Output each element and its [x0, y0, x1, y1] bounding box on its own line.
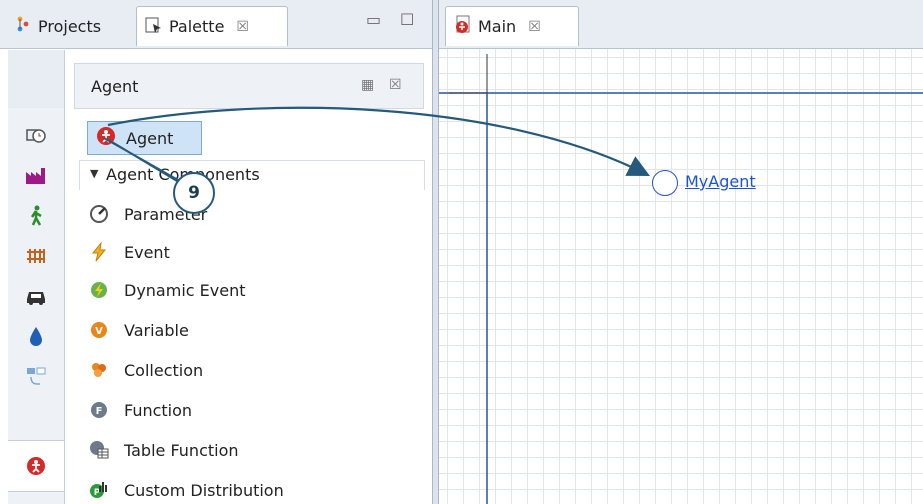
collection-icon	[88, 359, 110, 381]
agent-type-icon	[454, 15, 472, 39]
palette-item-label: Collection	[124, 360, 204, 380]
close-icon[interactable]: ☒	[528, 19, 541, 35]
projects-icon	[14, 15, 32, 37]
svg-text:F: F	[96, 406, 103, 417]
svg-text:V: V	[95, 326, 103, 337]
tab-projects-label: Projects	[38, 16, 102, 36]
palette-item-agent-label: Agent	[126, 128, 174, 148]
close-icon[interactable]: ☒	[389, 77, 402, 93]
editor-tab-bar: Main ☒	[439, 0, 923, 49]
palette-item-collection[interactable]: Collection	[88, 356, 203, 384]
chevron-down-icon: ▼	[90, 167, 99, 180]
variable-icon: V	[88, 319, 110, 341]
graphical-editor-canvas[interactable]	[439, 49, 923, 504]
agent-name-label[interactable]: MyAgent	[685, 172, 756, 191]
close-icon[interactable]: ☒	[236, 19, 249, 35]
tab-palette-label: Palette	[169, 17, 225, 36]
function-icon: F	[88, 399, 110, 421]
palette-item-custom-distribution[interactable]: P Custom Distribution	[88, 476, 284, 504]
palette-item-label: Table Function	[124, 440, 239, 460]
clock-icon[interactable]	[8, 118, 64, 154]
factory-icon[interactable]	[8, 158, 64, 194]
tab-main-label: Main	[478, 17, 517, 36]
layout-icon[interactable]: ▦	[361, 77, 374, 93]
palette-item-agent[interactable]: Agent	[87, 121, 202, 155]
tab-main[interactable]: Main ☒	[445, 6, 579, 46]
agent-icon[interactable]	[8, 440, 64, 492]
dynamic-event-icon	[88, 279, 110, 301]
pedestrian-icon[interactable]	[8, 198, 64, 234]
rail-icon[interactable]	[8, 238, 64, 274]
palette-item-label: Function	[124, 400, 193, 420]
palette-view: Projects Palette ☒ ▭ ☐ Agent ▦ ☒ Agent ▼…	[0, 0, 433, 504]
palette-item-variable[interactable]: V Variable	[88, 316, 189, 344]
section-agent-components[interactable]: ▼ Agent Components	[79, 160, 425, 190]
strip-header	[8, 50, 64, 108]
maximize-icon[interactable]: ☐	[400, 10, 414, 29]
left-tab-bar: Projects Palette ☒ ▭ ☐	[0, 0, 432, 49]
step-number-badge: 9	[173, 172, 215, 214]
palette-item-dynamic-event[interactable]: Dynamic Event	[88, 276, 245, 304]
event-icon	[88, 241, 110, 263]
canvas-axes	[439, 54, 923, 504]
palette-item-function[interactable]: F Function	[88, 396, 192, 424]
minimize-icon[interactable]: ▭	[366, 10, 381, 29]
tab-palette[interactable]: Palette ☒	[136, 6, 288, 46]
parameter-icon	[88, 203, 110, 225]
agent-icon	[96, 126, 116, 150]
palette-item-table-function[interactable]: Table Function	[88, 436, 239, 464]
editor-view: Main ☒ MyAgent	[438, 0, 923, 504]
process-icon[interactable]	[8, 358, 64, 394]
palette-section-header: Agent ▦ ☒	[74, 63, 424, 109]
palette-category-strip	[8, 50, 65, 504]
palette-item-label: Event	[124, 242, 170, 262]
table-function-icon	[88, 439, 110, 461]
palette-item-label: Dynamic Event	[124, 280, 246, 300]
palette-item-event[interactable]: Event	[88, 238, 170, 266]
agent-population-shape[interactable]	[652, 170, 678, 196]
palette-item-label: Variable	[124, 320, 189, 340]
palette-title: Agent	[91, 77, 139, 96]
palette-icon	[145, 16, 163, 38]
custom-distribution-icon: P	[88, 479, 110, 501]
car-icon[interactable]	[8, 278, 64, 314]
tab-projects[interactable]: Projects	[6, 6, 109, 46]
palette-item-label: Custom Distribution	[124, 480, 284, 500]
fluid-drop-icon[interactable]	[8, 318, 64, 354]
